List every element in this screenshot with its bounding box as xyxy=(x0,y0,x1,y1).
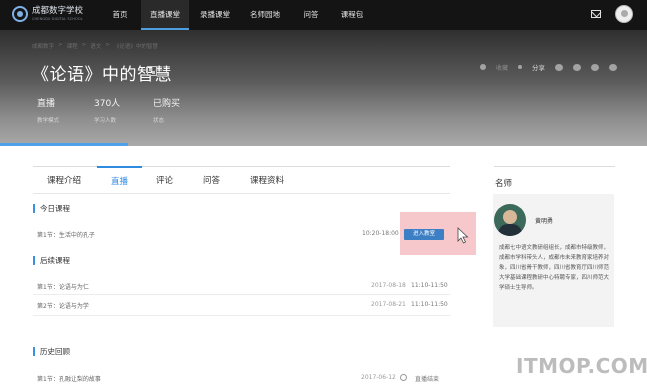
tab-comments[interactable]: 评论 xyxy=(156,167,173,194)
qq-icon[interactable] xyxy=(573,63,582,71)
nav-home[interactable]: 首页 xyxy=(104,0,136,30)
qr-code-icon[interactable] xyxy=(147,66,157,76)
nav-course-pack[interactable]: 课程包 xyxy=(334,0,370,30)
stat-value: 直播 xyxy=(37,99,56,109)
clock-icon xyxy=(400,374,407,381)
user-avatar[interactable] xyxy=(615,5,633,23)
lesson-status: 直播结束 xyxy=(415,376,440,383)
breadcrumb: 成都数字 > 课程 > 语文 > 《论语》中的智慧 xyxy=(32,42,158,50)
history-section-title: 历史回顾 xyxy=(33,347,70,356)
stat-label: 状态 xyxy=(153,118,165,124)
course-tabs: 课程介绍 直播 评论 问答 课程资料 xyxy=(33,166,450,194)
teacher-heading: 名师 xyxy=(495,179,513,189)
tab-live[interactable]: 直播 xyxy=(97,166,143,193)
today-section-title: 今日课程 xyxy=(33,204,70,213)
stat-mode: 直播 教学模式 xyxy=(37,96,59,124)
stat-label: 教学模式 xyxy=(37,118,60,124)
stat-status: 已购买 状态 xyxy=(153,96,180,124)
lesson-date: 2017-08-21 xyxy=(371,301,406,308)
teacher-avatar[interactable] xyxy=(494,204,526,236)
stat-value: 370人 xyxy=(94,99,121,109)
divider xyxy=(33,294,450,295)
site-logo[interactable]: 成都数字学校 CHENGDU DIGITAL SCHOOL xyxy=(12,6,83,22)
logo-name: 成都数字学校 xyxy=(32,6,84,16)
lesson-title[interactable]: 第1节：论语与为仁 xyxy=(37,282,89,291)
lesson-title[interactable]: 第2节：论语与为学 xyxy=(37,301,89,310)
list-item: 第1节：论语与为仁 2017-08-18 11:10-11:50 xyxy=(37,278,449,294)
mail-icon[interactable] xyxy=(591,10,601,18)
top-nav: 成都数字学校 CHENGDU DIGITAL SCHOOL 首页 直播课堂 录播… xyxy=(0,0,647,30)
breadcrumb-item[interactable]: 成都数字 xyxy=(32,42,54,50)
teacher-name[interactable]: 黄明勇 xyxy=(535,216,553,225)
lesson-title[interactable]: 第1节：孔融让梨的故事 xyxy=(37,374,101,383)
list-item: 第1节：生活中的孔子 10:20-18:00 xyxy=(37,226,449,242)
breadcrumb-item[interactable]: 课程 xyxy=(67,42,78,50)
lesson-time: 10:20-18:00 xyxy=(362,230,399,237)
favorite-label[interactable]: 收藏 xyxy=(496,63,508,72)
lesson-time: 11:10-11:50 xyxy=(411,301,448,308)
share-label: 分享 xyxy=(532,64,546,72)
watermark: ITMOP.COM xyxy=(516,354,647,378)
tab-qa[interactable]: 问答 xyxy=(203,167,220,194)
upcoming-section-title: 后续课程 xyxy=(33,256,70,265)
tab-course-materials[interactable]: 课程资料 xyxy=(250,167,284,194)
breadcrumb-item: 《论语》中的智慧 xyxy=(113,44,158,50)
divider-dot-icon xyxy=(518,65,523,69)
nav-qa[interactable]: 问答 xyxy=(295,0,327,30)
share-bar: 收藏 分享 xyxy=(480,62,618,72)
tab-course-intro[interactable]: 课程介绍 xyxy=(47,167,81,194)
stat-learners: 370人 学习人数 xyxy=(94,96,120,124)
lesson-title[interactable]: 第1节：生活中的孔子 xyxy=(37,230,95,239)
lesson-date: 2017-08-18 xyxy=(371,282,406,289)
nav-recorded-class[interactable]: 录播课堂 xyxy=(193,0,237,30)
wechat-icon[interactable] xyxy=(555,63,564,71)
mouse-cursor-icon xyxy=(457,227,469,244)
nav-live-class[interactable]: 直播课堂 xyxy=(141,0,189,30)
qzone-icon[interactable] xyxy=(591,63,600,71)
sidebar-divider xyxy=(494,166,615,167)
list-item: 第2节：论语与为学 2017-08-21 11:10-11:50 xyxy=(37,297,449,313)
logo-icon xyxy=(12,6,28,22)
enter-classroom-button[interactable]: 进入教室 xyxy=(404,229,444,240)
lesson-date: 2017-06-12 xyxy=(361,374,396,381)
banner-progress-bar xyxy=(0,143,128,146)
stat-label: 学习人数 xyxy=(94,118,117,124)
teacher-bio: 成都七中语文教研组组长，成都市特级教师，成都市学科带头人，成都市未来教育家培养对… xyxy=(499,245,610,291)
lesson-time: 11:10-11:50 xyxy=(411,282,448,289)
list-item: 第1节：孔融让梨的故事 2017-06-12 直播结束 xyxy=(37,370,449,386)
logo-subtitle: CHENGDU DIGITAL SCHOOL xyxy=(32,16,83,21)
divider xyxy=(33,315,450,316)
weibo-icon[interactable] xyxy=(609,63,618,71)
breadcrumb-item[interactable]: 语文 xyxy=(90,42,101,50)
favorite-icon[interactable] xyxy=(480,64,486,70)
stat-value: 已购买 xyxy=(153,99,181,109)
nav-teachers[interactable]: 名师园地 xyxy=(243,0,287,30)
